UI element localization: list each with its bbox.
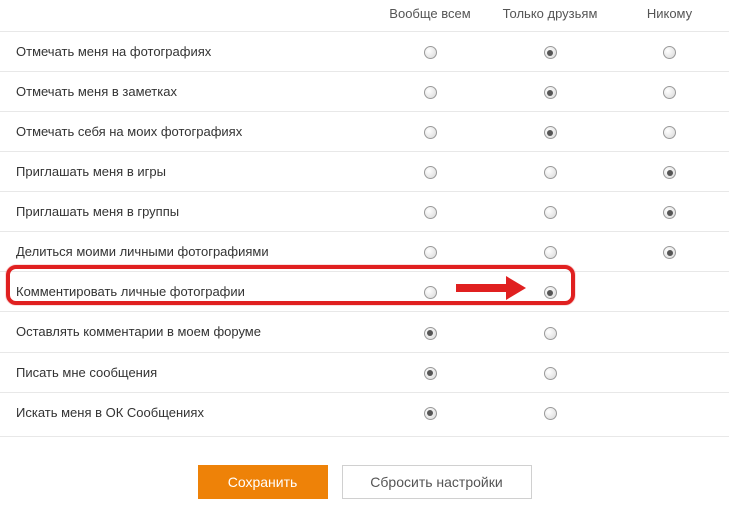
radio-cell-none	[610, 232, 729, 272]
radio-all[interactable]	[424, 46, 437, 59]
radio-all[interactable]	[424, 246, 437, 259]
radio-none[interactable]	[663, 86, 676, 99]
radio-none[interactable]	[663, 246, 676, 259]
radio-friends[interactable]	[544, 206, 557, 219]
header-label	[0, 0, 370, 32]
radio-cell-all	[370, 112, 490, 152]
radio-friends[interactable]	[544, 407, 557, 420]
radio-all[interactable]	[424, 166, 437, 179]
radio-friends[interactable]	[544, 327, 557, 340]
footer: Сохранить Сбросить настройки	[0, 437, 729, 499]
radio-cell-none	[610, 32, 729, 72]
radio-cell-friends	[490, 312, 610, 352]
table-row: Приглашать меня в группы	[0, 192, 729, 232]
save-button[interactable]: Сохранить	[198, 465, 328, 499]
radio-cell-friends	[490, 32, 610, 72]
privacy-settings-table: Вообще всем Только друзьям Никому Отмеча…	[0, 0, 729, 432]
radio-cell-all	[370, 392, 490, 432]
radio-cell-none	[610, 312, 729, 352]
radio-cell-friends	[490, 352, 610, 392]
radio-cell-friends	[490, 72, 610, 112]
radio-cell-all	[370, 312, 490, 352]
radio-cell-all	[370, 32, 490, 72]
radio-cell-none	[610, 192, 729, 232]
radio-all[interactable]	[424, 327, 437, 340]
radio-none[interactable]	[663, 46, 676, 59]
table-header: Вообще всем Только друзьям Никому	[0, 0, 729, 32]
radio-cell-all	[370, 72, 490, 112]
radio-friends[interactable]	[544, 46, 557, 59]
table-row: Искать меня в ОК Сообщениях	[0, 392, 729, 432]
radio-cell-none	[610, 272, 729, 312]
radio-none[interactable]	[663, 166, 676, 179]
radio-all[interactable]	[424, 407, 437, 420]
table-row: Отмечать меня в заметках	[0, 72, 729, 112]
radio-cell-friends	[490, 272, 610, 312]
row-label: Приглашать меня в группы	[0, 192, 370, 232]
table-row: Оставлять комментарии в моем форуме	[0, 312, 729, 352]
radio-friends[interactable]	[544, 86, 557, 99]
header-all: Вообще всем	[370, 0, 490, 32]
table-row: Отмечать себя на моих фотографиях	[0, 112, 729, 152]
row-label: Приглашать меня в игры	[0, 152, 370, 192]
row-label: Оставлять комментарии в моем форуме	[0, 312, 370, 352]
row-label: Искать меня в ОК Сообщениях	[0, 392, 370, 432]
table-row: Отмечать меня на фотографиях	[0, 32, 729, 72]
radio-all[interactable]	[424, 206, 437, 219]
radio-cell-none	[610, 152, 729, 192]
radio-cell-all	[370, 232, 490, 272]
reset-button[interactable]: Сбросить настройки	[342, 465, 532, 499]
radio-friends[interactable]	[544, 286, 557, 299]
radio-cell-friends	[490, 232, 610, 272]
radio-none[interactable]	[663, 206, 676, 219]
radio-cell-friends	[490, 112, 610, 152]
radio-cell-all	[370, 272, 490, 312]
row-label: Комментировать личные фотографии	[0, 272, 370, 312]
row-label: Писать мне сообщения	[0, 352, 370, 392]
radio-cell-none	[610, 112, 729, 152]
radio-cell-none	[610, 352, 729, 392]
radio-all[interactable]	[424, 86, 437, 99]
row-label: Отмечать себя на моих фотографиях	[0, 112, 370, 152]
radio-friends[interactable]	[544, 166, 557, 179]
radio-friends[interactable]	[544, 246, 557, 259]
table-row: Комментировать личные фотографии	[0, 272, 729, 312]
table-row: Приглашать меня в игры	[0, 152, 729, 192]
table-row: Делиться моими личными фотографиями	[0, 232, 729, 272]
radio-cell-all	[370, 152, 490, 192]
row-label: Делиться моими личными фотографиями	[0, 232, 370, 272]
header-none: Никому	[610, 0, 729, 32]
row-label: Отмечать меня на фотографиях	[0, 32, 370, 72]
table-row: Писать мне сообщения	[0, 352, 729, 392]
radio-cell-friends	[490, 392, 610, 432]
radio-friends[interactable]	[544, 367, 557, 380]
radio-cell-friends	[490, 152, 610, 192]
radio-all[interactable]	[424, 126, 437, 139]
radio-friends[interactable]	[544, 126, 557, 139]
radio-cell-none	[610, 392, 729, 432]
radio-cell-none	[610, 72, 729, 112]
radio-none[interactable]	[663, 126, 676, 139]
radio-cell-friends	[490, 192, 610, 232]
header-friends: Только друзьям	[490, 0, 610, 32]
row-label: Отмечать меня в заметках	[0, 72, 370, 112]
radio-all[interactable]	[424, 367, 437, 380]
radio-all[interactable]	[424, 286, 437, 299]
radio-cell-all	[370, 192, 490, 232]
radio-cell-all	[370, 352, 490, 392]
